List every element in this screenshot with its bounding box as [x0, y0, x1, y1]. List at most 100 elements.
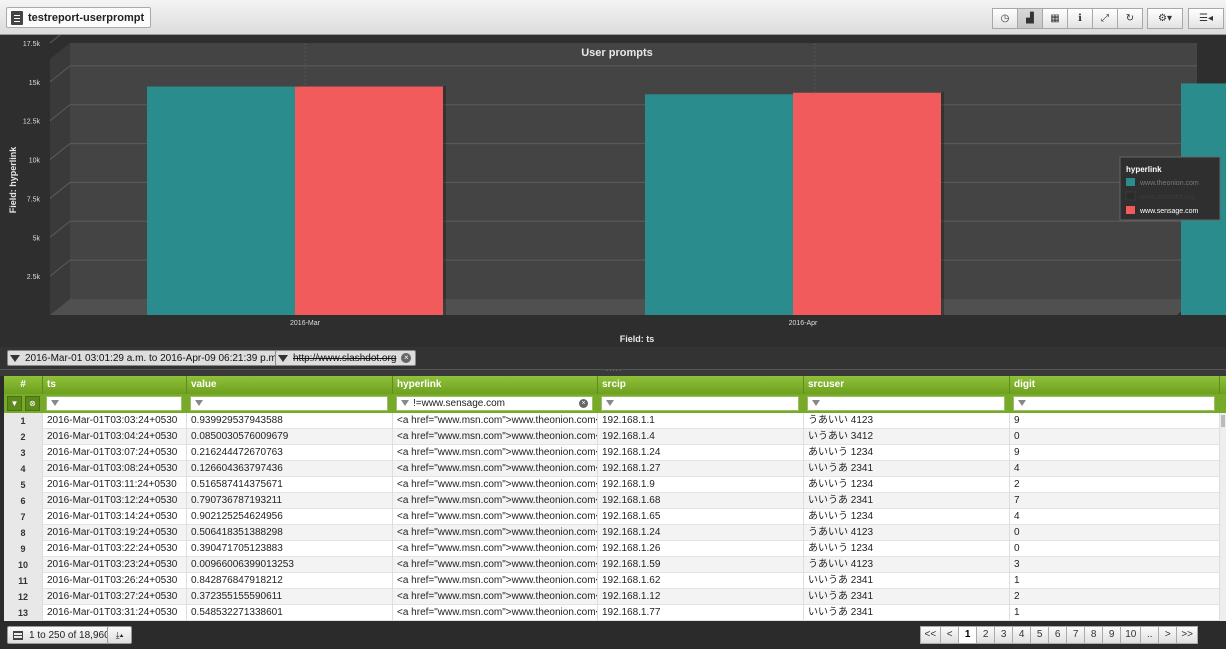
filter-input-srcuser[interactable]: [807, 396, 1005, 411]
column-header-srcip[interactable]: srcip: [598, 376, 804, 394]
excluded-value-filter-chip[interactable]: http://www.slashdot.org ×: [275, 350, 417, 366]
filter-input-srcip[interactable]: [601, 396, 799, 411]
clear-filters-icon[interactable]: ⊗: [25, 396, 40, 411]
cell-digit: 7: [1010, 493, 1220, 509]
panel-splitter[interactable]: [0, 364, 1226, 376]
cell-digit: 2: [1010, 477, 1220, 493]
grid-scrollbar[interactable]: [1220, 413, 1226, 621]
page-button[interactable]: >: [1158, 626, 1178, 644]
cell-hyperlink: <a href="www.msn.com">www.theonion.com</…: [393, 557, 598, 573]
cell-rownum: 9: [4, 541, 43, 557]
remove-filter-icon[interactable]: ×: [401, 353, 412, 363]
page-button[interactable]: 6: [1048, 626, 1068, 644]
column-header-hyperlink[interactable]: hyperlink: [393, 376, 598, 394]
legend-swatch: [1125, 191, 1136, 201]
column-header-digit[interactable]: digit: [1010, 376, 1220, 394]
table-row[interactable]: 4 2016-Mar-01T03:08:24+0530 0.126604363797…: [4, 461, 1220, 477]
expand-icon: ⤢: [1101, 13, 1109, 24]
column-header-srcuser[interactable]: srcuser: [804, 376, 1010, 394]
page-button[interactable]: >>: [1176, 626, 1198, 644]
cell-srcip: 192.168.1.12: [598, 589, 804, 605]
table-row[interactable]: 11 2016-Mar-01T03:26:24+0530 0.84287684791…: [4, 573, 1220, 589]
table-row[interactable]: 8 2016-Mar-01T03:19:24+0530 0.506418351388…: [4, 525, 1220, 541]
table-view-button[interactable]: ▦: [1042, 8, 1068, 29]
cell-ts: 2016-Mar-01T03:07:24+0530: [43, 445, 187, 461]
column-header-rownum[interactable]: #: [4, 376, 43, 394]
table-icon: [13, 630, 23, 640]
cell-ts: 2016-Mar-01T03:08:24+0530: [43, 461, 187, 477]
filter-input-hyperlink[interactable]: !=www.sensage.com ×: [396, 396, 593, 411]
cell-ts: 2016-Mar-01T03:31:24+0530: [43, 605, 187, 621]
page-button[interactable]: ..: [1140, 626, 1160, 644]
table-row[interactable]: 10 2016-Mar-01T03:23:24+0530 0.00966006399…: [4, 557, 1220, 573]
cell-rownum: 10: [4, 557, 43, 573]
bar-www-theonion-com: [147, 86, 295, 315]
page-button[interactable]: 8: [1084, 626, 1104, 644]
column-header-value[interactable]: value: [187, 376, 393, 394]
row-range-label: 1 to 250 of 18,960: [29, 629, 110, 641]
table-icon: ▦: [1050, 13, 1060, 24]
filter-input-ts[interactable]: [46, 396, 182, 411]
table-row[interactable]: 9 2016-Mar-01T03:22:24+0530 0.390471705123…: [4, 541, 1220, 557]
table-row[interactable]: 12 2016-Mar-01T03:27:24+0530 0.37235515559…: [4, 589, 1220, 605]
cell-digit: 9: [1010, 413, 1220, 429]
settings-dropdown-button[interactable]: ⚙▾: [1147, 8, 1183, 29]
time-range-filter-chip[interactable]: 2016-Mar-01 03:01:29 a.m. to 2016-Apr-09…: [7, 350, 300, 366]
table-row[interactable]: 6 2016-Mar-01T03:12:24+0530 0.790736787193…: [4, 493, 1220, 509]
table-row[interactable]: 13 2016-Mar-01T03:31:24+0530 0.54853227133…: [4, 605, 1220, 621]
page-button[interactable]: 9: [1102, 626, 1122, 644]
legend-entry: www.slashdot.org: [1139, 194, 1195, 201]
export-button[interactable]: ⤓▴: [107, 626, 132, 644]
bar-side: [443, 85, 446, 315]
page-button[interactable]: 7: [1066, 626, 1086, 644]
table-row[interactable]: 7 2016-Mar-01T03:14:24+0530 0.902125254624…: [4, 509, 1220, 525]
cell-digit: 9: [1010, 445, 1220, 461]
bar-www-sensage-com: [793, 92, 941, 315]
gridline-side: [49, 35, 61, 44]
filter-input-digit[interactable]: [1013, 396, 1215, 411]
cell-ts: 2016-Mar-01T03:14:24+0530: [43, 509, 187, 525]
column-header-ts[interactable]: ts: [43, 376, 187, 394]
page-button[interactable]: 10: [1120, 626, 1142, 644]
info-icon: ℹ: [1078, 13, 1082, 24]
page-button[interactable]: 3: [994, 626, 1014, 644]
menu-button[interactable]: ☰◂: [1188, 8, 1224, 29]
schedule-button[interactable]: ◷: [992, 8, 1018, 29]
chart-view-button[interactable]: ▟: [1017, 8, 1043, 29]
refresh-icon: ↻: [1125, 13, 1135, 24]
cell-value: 0.00966006399013253: [187, 557, 393, 573]
page-button[interactable]: <<: [919, 626, 942, 644]
cell-srcuser: いいうあ 2341: [804, 573, 1010, 589]
report-title: testreport-userprompt: [28, 11, 145, 24]
table-row[interactable]: 2 2016-Mar-01T03:04:24+0530 0.085003057600…: [4, 429, 1220, 445]
filter-value: !=www.sensage.com: [413, 398, 505, 409]
y-tick-label: 17.5k: [23, 41, 41, 48]
menu-group: ☰◂: [1188, 8, 1224, 29]
page-button[interactable]: 4: [1012, 626, 1032, 644]
legend-swatch: [1126, 206, 1135, 214]
document-icon: [11, 10, 23, 25]
cell-rownum: 3: [4, 445, 43, 461]
table-row[interactable]: 3 2016-Mar-01T03:07:24+0530 0.216244472670…: [4, 445, 1220, 461]
page-button[interactable]: 2: [976, 626, 996, 644]
x-tick-label: 2016-Apr: [789, 320, 818, 327]
report-title-box[interactable]: testreport-userprompt: [6, 7, 152, 28]
cell-ts: 2016-Mar-01T03:12:24+0530: [43, 493, 187, 509]
clear-filter-icon[interactable]: ×: [579, 399, 588, 408]
info-button[interactable]: ℹ: [1067, 8, 1093, 29]
cell-hyperlink: <a href="www.msn.com">www.theonion.com</…: [393, 477, 598, 493]
fullscreen-button[interactable]: ⤢: [1092, 8, 1118, 29]
page-button[interactable]: 5: [1030, 626, 1050, 644]
legend-entry: www.theonion.com: [1139, 180, 1199, 187]
filter-toggle-icon[interactable]: ▼: [7, 396, 22, 411]
refresh-button[interactable]: ↻: [1117, 8, 1143, 29]
cell-hyperlink: <a href="www.msn.com">www.theonion.com</…: [393, 605, 598, 621]
cell-digit: 4: [1010, 509, 1220, 525]
table-row[interactable]: 1 2016-Mar-01T03:03:24+0530 0.939929537943…: [4, 413, 1220, 429]
table-row[interactable]: 5 2016-Mar-01T03:11:24+0530 0.516587414375…: [4, 477, 1220, 493]
cell-ts: 2016-Mar-01T03:22:24+0530: [43, 541, 187, 557]
filter-input-value[interactable]: [190, 396, 388, 411]
page-button[interactable]: 1: [958, 626, 978, 644]
chart-title: User prompts: [581, 47, 653, 59]
page-button[interactable]: <: [940, 626, 960, 644]
